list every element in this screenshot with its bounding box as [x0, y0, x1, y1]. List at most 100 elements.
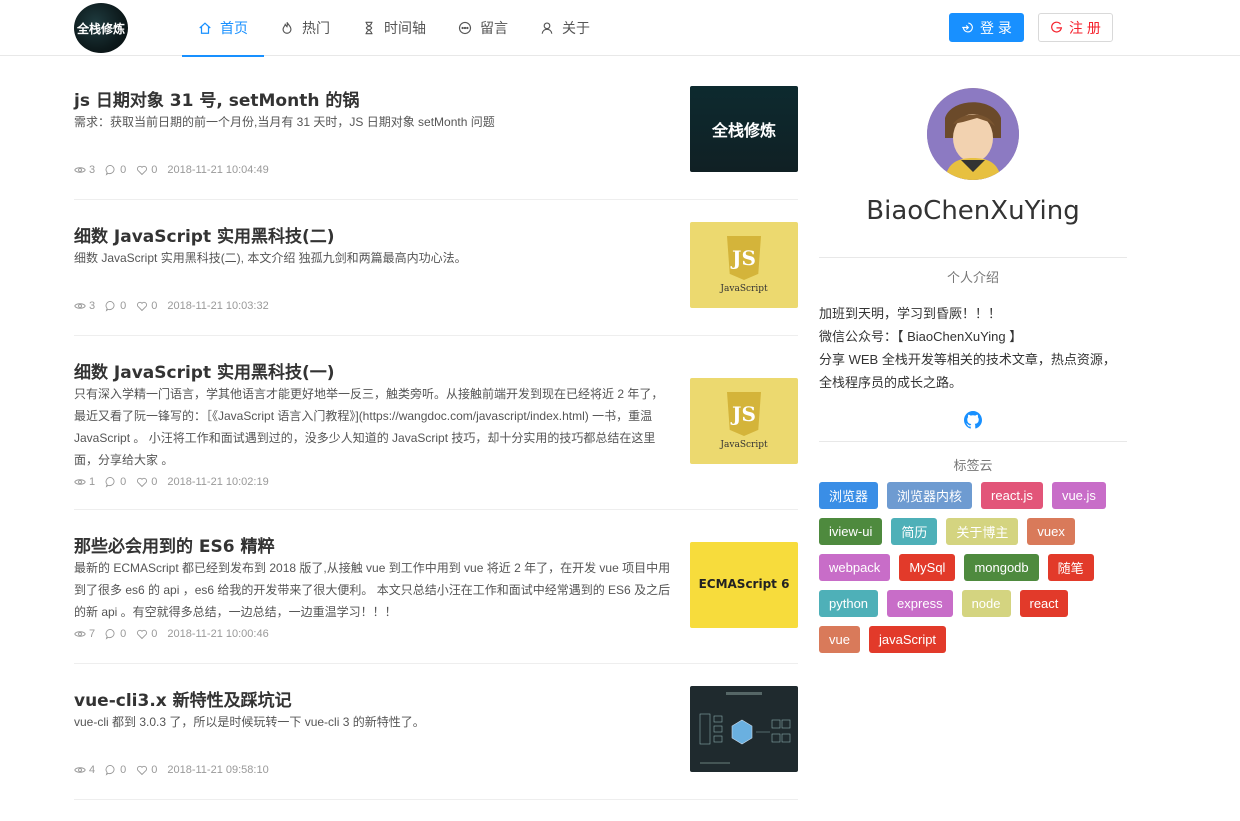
eye-icon — [74, 303, 86, 309]
tag-item[interactable]: vuex — [1027, 518, 1075, 545]
hourglass-icon — [362, 21, 376, 35]
tag-item[interactable]: webpack — [819, 554, 891, 581]
article-title[interactable]: 那些必会用到的 ES6 精粹 — [74, 532, 275, 557]
article-thumbnail[interactable]: ECMAScript 6 — [690, 542, 798, 628]
login-button[interactable]: 登 录 — [949, 13, 1024, 42]
tag-item[interactable]: mongodb — [964, 554, 1039, 581]
tag-item[interactable]: MySql — [899, 554, 956, 581]
article-thumbnail[interactable]: JS JavaScript — [690, 222, 798, 308]
login-label: 登 录 — [980, 19, 1012, 36]
bio-line: 分享 WEB 全栈开发等相关的技术文章，热点资源，全栈程序员的成长之路。 — [819, 352, 1116, 390]
comments: 0 — [105, 300, 126, 312]
article-date: 2018-11-21 09:58:10 — [167, 764, 269, 776]
article-title[interactable]: vue-cli3.x 新特性及踩坑记 — [74, 686, 292, 711]
views: 3 — [74, 164, 95, 176]
user-icon — [540, 21, 554, 35]
tag-item[interactable]: javaScript — [868, 626, 947, 653]
thumbnail-text: ECMAScript 6 — [698, 576, 790, 591]
tag-item[interactable]: python — [819, 590, 879, 617]
comments: 0 — [105, 764, 126, 776]
main-nav: 首页 热门 时间轴 留言 关于 — [182, 0, 606, 57]
avatar[interactable] — [927, 88, 1019, 180]
logo-text: 全栈修炼 — [76, 21, 125, 36]
article-desc: 需求：获取当前日期的前一个月份,当月有 31 天时，JS 日期对象 setMon… — [74, 115, 495, 129]
article-date: 2018-11-21 10:02:19 — [167, 476, 269, 488]
nav-item-about[interactable]: 关于 — [524, 0, 606, 56]
article-desc: 细数 JavaScript 实用黑科技(二), 本文介绍 独孤九剑和两篇最高内功… — [74, 251, 467, 265]
tag-item[interactable]: 浏览器内核 — [887, 482, 973, 509]
tag-item[interactable]: react.js — [981, 482, 1043, 509]
thumbnail-text: JavaScript — [720, 284, 768, 294]
article-meta: 3 0 0 2018-11-21 10:04:49 — [74, 164, 279, 176]
tags-title: 标签云 — [953, 458, 993, 473]
likes: 0 — [136, 164, 157, 176]
article-thumbnail[interactable] — [690, 686, 798, 772]
article-title[interactable]: 细数 JavaScript 实用黑科技(一) — [74, 358, 335, 383]
tag-item[interactable]: iview-ui — [819, 518, 883, 545]
article-list: js 日期对象 31 号, setMonth 的锅 需求：获取当前日期的前一个月… — [74, 56, 798, 800]
article-title[interactable]: js 日期对象 31 号, setMonth 的锅 — [74, 86, 359, 111]
views: 7 — [74, 628, 95, 640]
comments: 0 — [105, 628, 126, 640]
article-date: 2018-11-21 10:04:49 — [167, 164, 269, 176]
article-meta: 7 0 0 2018-11-21 10:00:46 — [74, 628, 279, 640]
views: 3 — [74, 300, 95, 312]
tag-item[interactable]: node — [961, 590, 1011, 617]
js-logo-icon: JS — [727, 392, 761, 436]
article-item[interactable]: 细数 JavaScript 实用黑科技(一) 只有深入学精一门语言，学其他语言才… — [74, 336, 798, 510]
nav-label: 热门 — [302, 20, 330, 36]
likes: 0 — [136, 476, 157, 488]
tag-cloud: 浏览器 浏览器内核 react.js vue.js iview-ui 简历 关于博主 vuex… — [819, 482, 1127, 662]
nav-item-message[interactable]: 留言 — [442, 0, 524, 56]
likes: 0 — [136, 300, 157, 312]
diagram-illustration — [699, 692, 791, 764]
tag-item[interactable]: express — [887, 590, 953, 617]
article-meta: 4 0 0 2018-11-21 09:58:10 — [74, 764, 279, 776]
comment-icon — [105, 165, 115, 176]
tag-item[interactable]: 浏览器 — [819, 482, 879, 509]
heart-icon — [137, 629, 148, 640]
register-button[interactable]: 注 册 — [1038, 13, 1113, 42]
comment-icon — [105, 765, 115, 776]
site-logo[interactable]: 全栈修炼 — [74, 3, 128, 53]
nav-item-timeline[interactable]: 时间轴 — [346, 0, 442, 56]
thumbnail-text: 全栈修炼 — [711, 121, 776, 140]
article-meta: 1 0 0 2018-11-21 10:02:19 — [74, 476, 279, 488]
tag-item[interactable]: 关于博主 — [946, 518, 1019, 545]
article-title[interactable]: 细数 JavaScript 实用黑科技(二) — [74, 222, 335, 247]
views: 1 — [74, 476, 95, 488]
likes: 0 — [136, 628, 157, 640]
tag-item[interactable]: vue.js — [1051, 482, 1106, 509]
nav-item-hot[interactable]: 热门 — [264, 0, 346, 56]
tag-item[interactable]: 随笔 — [1047, 554, 1094, 581]
bio-line: 微信公众号：【 BiaoChenXuYing 】 — [819, 329, 1023, 344]
nav-item-home[interactable]: 首页 — [182, 0, 264, 57]
nav-label: 留言 — [480, 20, 508, 36]
tag-item[interactable]: 简历 — [891, 518, 938, 545]
eye-icon — [74, 631, 86, 637]
heart-icon — [137, 301, 148, 312]
top-header: 全栈修炼 首页 热门 时间轴 留言 关于 登 录 注 册 — [0, 0, 1240, 57]
divider — [819, 257, 1127, 258]
article-meta: 3 0 0 2018-11-21 10:03:32 — [74, 300, 279, 312]
comment-icon — [105, 301, 115, 312]
comment-icon — [105, 629, 115, 640]
login-icon — [961, 21, 974, 34]
bio-line: 加班到天明，学习到昏厥！！！ — [819, 306, 1002, 321]
article-item[interactable]: 那些必会用到的 ES6 精粹 最新的 ECMAScript 都已经到发布到 20… — [74, 510, 798, 664]
article-thumbnail[interactable]: JS JavaScript — [690, 378, 798, 464]
username: BiaoChenXuYing — [866, 196, 1080, 226]
article-item[interactable]: 细数 JavaScript 实用黑科技(二) 细数 JavaScript 实用黑… — [74, 200, 798, 336]
comments: 0 — [105, 476, 126, 488]
views: 4 — [74, 764, 95, 776]
github-icon[interactable] — [964, 411, 982, 429]
tag-item[interactable]: react — [1019, 590, 1069, 617]
tag-item[interactable]: vue — [819, 626, 860, 653]
home-icon — [198, 21, 212, 35]
thumbnail-text: JavaScript — [720, 440, 768, 450]
article-thumbnail[interactable]: 全栈修炼 — [690, 86, 798, 172]
bio: 加班到天明，学习到昏厥！！！ 微信公众号：【 BiaoChenXuYing 】 … — [819, 302, 1127, 394]
article-item[interactable]: js 日期对象 31 号, setMonth 的锅 需求：获取当前日期的前一个月… — [74, 56, 798, 200]
article-item[interactable]: vue-cli3.x 新特性及踩坑记 vue-cli 都到 3.0.3 了，所以… — [74, 664, 798, 800]
article-date: 2018-11-21 10:03:32 — [167, 300, 269, 312]
